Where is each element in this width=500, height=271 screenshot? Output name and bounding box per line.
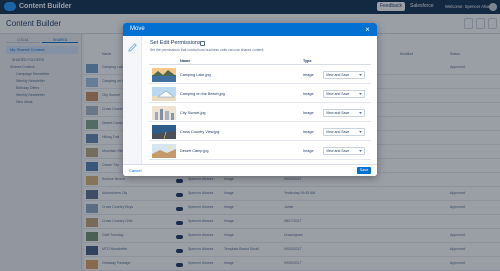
pencil-icon <box>128 43 137 52</box>
move-dialog: Move × Set Edit Permissions Set the perm… <box>123 23 377 176</box>
permission-select[interactable]: View and Save <box>323 109 365 117</box>
step-rail <box>123 36 142 164</box>
chevron-down-icon <box>359 74 362 76</box>
permission-select[interactable]: View and Save <box>323 90 365 98</box>
image-thumbnail <box>152 106 176 120</box>
permission-select[interactable]: View and Save <box>323 71 365 79</box>
permission-select[interactable]: View and Save <box>323 128 365 136</box>
image-thumbnail <box>152 87 176 101</box>
dialog-title: Move <box>130 26 145 32</box>
step-title: Set Edit Permissions <box>150 40 201 46</box>
permission-value: View and Save <box>326 92 350 96</box>
dialog-header: Move × <box>123 23 377 36</box>
save-button[interactable]: Save <box>357 167 371 174</box>
chevron-down-icon <box>359 112 362 114</box>
chevron-down-icon <box>359 93 362 95</box>
chevron-down-icon <box>359 131 362 133</box>
table-row: Cross Country View.jpg Image View and Save <box>149 123 371 141</box>
file-name: Camping Lake.jpg <box>180 73 211 77</box>
file-type: Image <box>303 130 314 134</box>
permission-value: View and Save <box>326 149 350 153</box>
image-thumbnail <box>152 125 176 139</box>
step-description: Set the permissions that control how bus… <box>150 48 265 52</box>
chevron-down-icon <box>359 150 362 152</box>
permission-value: View and Save <box>326 130 350 134</box>
permission-value: View and Save <box>326 111 350 115</box>
table-row: Camping on the Beach.jpg Image View and Sa… <box>149 85 371 103</box>
image-thumbnail <box>152 144 176 158</box>
file-name: Cross Country View.jpg <box>180 130 220 134</box>
file-name: City Sunset.jpg <box>180 111 206 115</box>
file-name: Camping on the Beach.jpg <box>180 92 225 96</box>
close-icon[interactable]: × <box>363 25 372 34</box>
permission-select[interactable]: View and Save <box>323 147 365 155</box>
table-row: City Sunset.jpg Image View and Save <box>149 104 371 122</box>
file-type: Image <box>303 111 314 115</box>
permissions-table-header: Name Type <box>149 57 371 65</box>
column-header-name[interactable]: Name <box>180 58 190 64</box>
dialog-footer: Cancel Save <box>123 164 377 176</box>
file-type: Image <box>303 149 314 153</box>
file-type: Image <box>303 73 314 77</box>
image-thumbnail <box>152 68 176 82</box>
info-icon[interactable] <box>200 41 205 46</box>
file-type: Image <box>303 92 314 96</box>
column-header-type[interactable]: Type <box>303 58 312 64</box>
table-row: Camping Lake.jpg Image View and Save <box>149 66 371 84</box>
cancel-button[interactable]: Cancel <box>129 168 141 174</box>
table-row: Desert Camp.jpg Image View and Save <box>149 142 371 160</box>
file-name: Desert Camp.jpg <box>180 149 209 153</box>
permission-value: View and Save <box>326 73 350 77</box>
